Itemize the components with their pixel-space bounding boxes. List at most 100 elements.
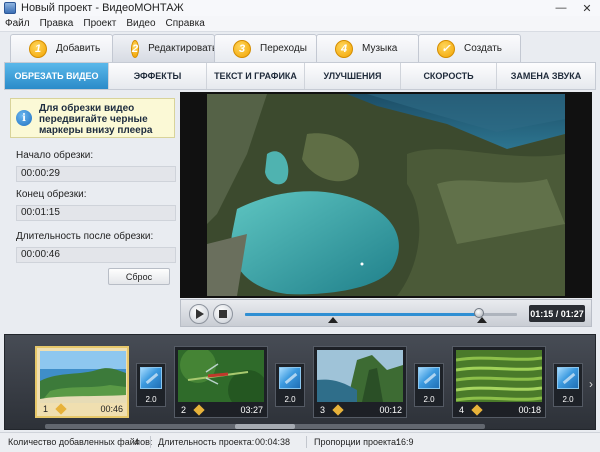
subtab-effects[interactable]: ЭФФЕКТЫ bbox=[109, 63, 207, 89]
clip-3[interactable]: 3 00:12 bbox=[313, 346, 407, 418]
step-number-icon: 2 bbox=[131, 39, 140, 58]
minimize-button[interactable]: — bbox=[548, 0, 574, 16]
clip-thumbnail bbox=[317, 350, 403, 402]
clip-2[interactable]: 2 03:27 bbox=[174, 346, 268, 418]
clip-thumbnail bbox=[40, 351, 126, 403]
subtab-enhancements[interactable]: УЛУЧШЕНИЯ bbox=[305, 63, 401, 89]
menu-file[interactable]: Файл bbox=[0, 18, 35, 29]
clip-thumbnail bbox=[456, 350, 542, 402]
transition-duration: 2.0 bbox=[562, 395, 574, 404]
subtab-replace-audio[interactable]: ЗАМЕНА ЗВУКА bbox=[497, 63, 595, 89]
step-number-icon: 3 bbox=[233, 39, 251, 58]
tab-music[interactable]: 4 Музыка bbox=[316, 34, 419, 62]
transition-duration: 2.0 bbox=[423, 395, 435, 404]
project-duration-label: Длительность проекта: bbox=[158, 437, 255, 447]
storyboard: 1 00:46 2.0 2 03:27 2.0 3 00:12 2.0 4 00… bbox=[4, 334, 596, 430]
player-controls: 01:15 / 01:27 bbox=[180, 299, 592, 327]
step-tabs: 1 Добавить 2 Редактировать 3 Переходы 4 … bbox=[0, 32, 600, 62]
trim-duration-field: 00:00:46 bbox=[16, 247, 176, 263]
clip-info-bar: 1 00:46 bbox=[37, 402, 127, 416]
clip-4[interactable]: 4 00:18 bbox=[452, 346, 546, 418]
app-logo-icon bbox=[4, 2, 16, 14]
transition-icon bbox=[140, 367, 162, 389]
clip-duration: 03:27 bbox=[240, 405, 263, 415]
clip-info-bar: 2 03:27 bbox=[175, 403, 267, 417]
close-button[interactable]: ✕ bbox=[574, 0, 600, 16]
project-duration-value: 00:04:38 bbox=[255, 437, 291, 447]
menu-video[interactable]: Видео bbox=[121, 18, 160, 29]
tab-label: Добавить bbox=[56, 43, 101, 54]
tab-label: Переходы bbox=[260, 43, 307, 54]
transition-3[interactable]: 2.0 bbox=[414, 363, 444, 407]
stop-icon bbox=[219, 310, 227, 318]
trim-end-field[interactable]: 00:01:15 bbox=[16, 205, 176, 221]
menu-help[interactable]: Справка bbox=[161, 18, 210, 29]
clip-thumbnail bbox=[178, 350, 264, 402]
subtab-speed[interactable]: СКОРОСТЬ bbox=[401, 63, 497, 89]
menu-edit[interactable]: Правка bbox=[35, 18, 79, 29]
tab-transitions[interactable]: 3 Переходы bbox=[214, 34, 317, 62]
clip-number: 2 bbox=[181, 405, 187, 415]
clip-number: 1 bbox=[43, 404, 49, 414]
transition-icon bbox=[557, 367, 579, 389]
checkmark-icon: ✓ bbox=[437, 39, 455, 58]
transition-icon bbox=[418, 367, 440, 389]
transition-duration: 2.0 bbox=[284, 395, 296, 404]
trim-tip: i Для обрезки видео передвигайте черные … bbox=[10, 98, 175, 138]
step-number-icon: 1 bbox=[29, 39, 47, 58]
status-divider bbox=[306, 436, 307, 448]
edit-pencil-icon[interactable] bbox=[471, 404, 483, 416]
window-controls: — ✕ bbox=[548, 0, 600, 16]
edit-pencil-icon[interactable] bbox=[55, 403, 67, 415]
files-count-value: 4 bbox=[134, 437, 140, 447]
timeline-progress bbox=[245, 313, 480, 316]
status-divider bbox=[150, 436, 151, 448]
step-number-icon: 4 bbox=[335, 39, 353, 58]
clip-info-bar: 3 00:12 bbox=[314, 403, 406, 417]
aspect-ratio-label: Пропорции проекта: bbox=[314, 437, 399, 447]
tab-label: Музыка bbox=[362, 43, 398, 54]
clip-number: 4 bbox=[459, 405, 465, 415]
tab-edit[interactable]: 2 Редактировать bbox=[112, 34, 218, 62]
time-readout: 01:15 / 01:27 bbox=[529, 305, 585, 322]
tip-text: Для обрезки видео передвигайте черные ма… bbox=[39, 103, 153, 136]
subtab-text-graphics[interactable]: ТЕКСТ И ГРАФИКА bbox=[207, 63, 305, 89]
video-preview[interactable] bbox=[180, 92, 592, 298]
title-bar: Новый проект - ВидеоМОНТАЖ — ✕ bbox=[0, 0, 600, 16]
edit-pencil-icon[interactable] bbox=[193, 404, 205, 416]
trim-start-marker[interactable] bbox=[328, 317, 338, 323]
scrollbar-thumb[interactable] bbox=[235, 424, 295, 429]
transition-2[interactable]: 2.0 bbox=[275, 363, 305, 407]
transition-4[interactable]: 2.0 bbox=[553, 363, 583, 407]
transition-icon bbox=[279, 367, 301, 389]
video-frame-image bbox=[207, 94, 565, 296]
transition-1[interactable]: 2.0 bbox=[136, 363, 166, 407]
tab-label: Редактировать bbox=[148, 43, 218, 54]
info-icon: i bbox=[16, 110, 32, 126]
scroll-right-icon[interactable]: › bbox=[589, 377, 593, 391]
tab-label: Создать bbox=[464, 43, 503, 54]
trim-end-label: Конец обрезки: bbox=[16, 189, 87, 200]
clip-1[interactable]: 1 00:46 bbox=[35, 346, 129, 418]
clip-duration: 00:12 bbox=[379, 405, 402, 415]
tab-create[interactable]: ✓ Создать bbox=[418, 34, 521, 62]
edit-subtabs: ОБРЕЗАТЬ ВИДЕО ЭФФЕКТЫ ТЕКСТ И ГРАФИКА У… bbox=[4, 62, 596, 90]
edit-pencil-icon[interactable] bbox=[332, 404, 344, 416]
subtab-trim-video[interactable]: ОБРЕЗАТЬ ВИДЕО bbox=[5, 63, 109, 89]
clip-duration: 00:46 bbox=[100, 404, 123, 414]
stop-button[interactable] bbox=[213, 304, 233, 324]
reset-button[interactable]: Сброс bbox=[108, 268, 170, 285]
storyboard-scrollbar[interactable] bbox=[45, 424, 485, 429]
trim-start-field[interactable]: 00:00:29 bbox=[16, 166, 176, 182]
clip-info-bar: 4 00:18 bbox=[453, 403, 545, 417]
tab-add[interactable]: 1 Добавить bbox=[10, 34, 113, 62]
menu-project[interactable]: Проект bbox=[78, 18, 121, 29]
window-title: Новый проект - ВидеоМОНТАЖ bbox=[21, 2, 184, 14]
play-button[interactable] bbox=[189, 304, 209, 324]
trim-duration-label: Длительность после обрезки: bbox=[16, 231, 154, 242]
clip-number: 3 bbox=[320, 405, 326, 415]
app-window: Новый проект - ВидеоМОНТАЖ — ✕ Файл Прав… bbox=[0, 0, 600, 452]
trim-panel: i Для обрезки видео передвигайте черные … bbox=[10, 92, 178, 328]
clip-duration: 00:18 bbox=[518, 405, 541, 415]
aspect-ratio-value: 16:9 bbox=[396, 437, 414, 447]
